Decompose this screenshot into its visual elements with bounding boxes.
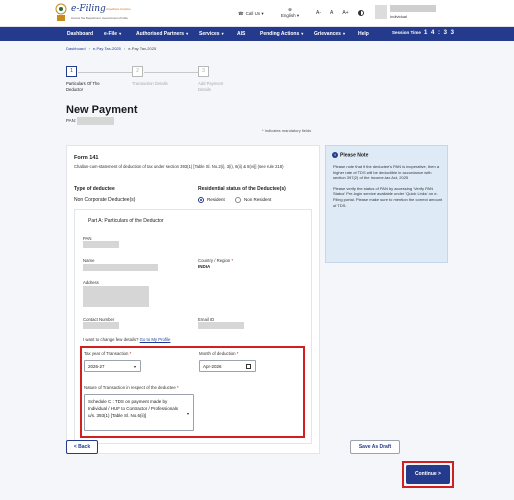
top-header: e-Filing Anywhere Anytime Income Tax Dep… <box>0 0 514 27</box>
step-connector <box>144 72 198 73</box>
deductee-type-value: Non Corporate Deductee(s) <box>74 197 136 203</box>
resident-radio-label: Resident <box>207 197 225 202</box>
chevron-down-icon: ▾ <box>186 31 189 36</box>
nature-select[interactable]: Schedule C : TDS on payment made by Indi… <box>84 394 194 431</box>
call-us-link[interactable]: ☎ Call Us ▾ <box>238 11 264 17</box>
step-3-label: Add Payment Details <box>198 81 224 92</box>
emblem-icon <box>55 3 67 21</box>
nav-authorised-partners[interactable]: Authorised Partners ▾ <box>136 31 188 37</box>
caret-down-icon: ▾ <box>133 364 136 369</box>
session-timer: Session Time 1 4 : 3 3 <box>392 30 455 36</box>
form-number: Form 141 <box>74 155 99 161</box>
step-2: 2 <box>132 66 143 77</box>
pan-masked-value <box>77 117 114 125</box>
continue-button[interactable]: Continue > <box>406 465 450 484</box>
mandatory-note: * Indicates mandatory fields <box>262 128 312 133</box>
nav-help[interactable]: Help <box>358 31 369 37</box>
main-nav: Dashboard e-File ▾ Authorised Partners ▾ S… <box>0 27 514 41</box>
avatar[interactable] <box>375 5 387 19</box>
month-label: Month of deduction * <box>199 351 239 356</box>
font-size-controls: A- A A+ <box>316 10 358 16</box>
step-connector <box>78 72 132 73</box>
form-description: Challan-cum-statement of deduction of ta… <box>74 164 284 169</box>
pan-field-value <box>83 241 119 248</box>
address-field-label: Address <box>83 280 99 285</box>
change-details-text: I want to change few details? Go to My P… <box>83 337 171 342</box>
nonresident-radio[interactable] <box>235 197 241 203</box>
nav-ais[interactable]: AIS <box>237 31 245 37</box>
step-1: 1 <box>66 66 77 77</box>
brand-tagline: Anywhere Anytime <box>106 7 131 11</box>
country-field-label: Country / Region * <box>198 258 234 263</box>
step-3: 3 <box>198 66 209 77</box>
nonresident-radio-label: Non Resident <box>244 197 272 202</box>
chevron-down-icon: ▾ <box>342 31 345 36</box>
chevron-down-icon: ▾ <box>296 13 300 18</box>
residential-status-label: Residential status of the Deductee(s) <box>198 186 286 192</box>
nav-dashboard[interactable]: Dashboard <box>67 31 93 37</box>
page-title: New Payment <box>66 104 138 116</box>
address-field-value <box>83 286 149 307</box>
note-title: i Please Note <box>332 152 368 158</box>
chevron-down-icon: ▾ <box>261 11 264 16</box>
back-button[interactable]: < Back <box>66 440 98 454</box>
chevron-down-icon: ▾ <box>221 31 224 36</box>
step-2-label: Transaction Details <box>132 81 168 86</box>
nav-grievances[interactable]: Grievances ▾ <box>314 31 345 37</box>
user-name-masked <box>390 5 436 12</box>
deductee-type-label: Type of deductee <box>74 186 115 192</box>
breadcrumb-epay[interactable]: e-Pay Tax-2025 <box>93 46 121 51</box>
month-date-input[interactable]: Apr-2026 <box>199 360 256 372</box>
country-field-value: INDIA <box>198 264 211 269</box>
contact-field-value <box>83 322 119 329</box>
save-draft-button[interactable]: Save As Draft <box>350 440 400 454</box>
note-point-2: Please verify the status of PAN by acces… <box>333 185 443 208</box>
section-title: Part A: Particulars of the Deductor <box>88 218 164 224</box>
user-type: Individual <box>390 14 407 19</box>
go-to-profile-link[interactable]: Go to My Profile <box>140 337 171 342</box>
note-point-1: Please note that if the deductee's PAN i… <box>333 164 440 181</box>
font-decrease-button[interactable]: A- <box>316 10 321 16</box>
brand-name: e-Filing <box>71 4 106 14</box>
breadcrumb: Dashboard › e-Pay Tax-2025 › e-Pay Tax-2025 <box>66 46 157 51</box>
info-icon: i <box>332 152 338 158</box>
name-field-value <box>83 264 158 271</box>
tax-year-select[interactable]: 2026-27 ▾ <box>84 360 141 372</box>
resident-radio[interactable] <box>198 197 204 203</box>
chevron-down-icon: ▾ <box>301 31 304 36</box>
phone-icon: ☎ <box>238 11 244 16</box>
step-1-label: Particulars Of The Deductor <box>66 81 100 92</box>
caret-down-icon: ▾ <box>186 411 189 416</box>
name-field-label: Name <box>83 258 95 263</box>
font-reset-button[interactable]: A <box>330 10 333 16</box>
calendar-icon <box>246 364 251 369</box>
nav-pending-actions[interactable]: Pending Actions ▾ <box>260 31 303 37</box>
nav-services[interactable]: Services ▾ <box>199 31 224 37</box>
tax-year-label: Tax year of Transaction * <box>84 351 132 356</box>
pan-label: PAN: <box>66 118 77 123</box>
nature-label: Nature of Transaction in respect of the … <box>84 385 179 390</box>
chevron-down-icon: ▾ <box>119 31 122 36</box>
contrast-icon[interactable] <box>358 10 364 16</box>
nav-efile[interactable]: e-File ▾ <box>104 31 121 37</box>
efiling-logo[interactable]: e-Filing Anywhere Anytime Income Tax Dep… <box>54 3 154 23</box>
note-list: Please note that if the deductee's PAN i… <box>333 164 443 213</box>
breadcrumb-current: e-Pay Tax-2025 <box>128 46 157 51</box>
language-selector[interactable]: ⊕ English ▾ <box>279 7 301 19</box>
font-increase-button[interactable]: A+ <box>342 10 348 16</box>
email-field-value <box>198 322 244 329</box>
breadcrumb-dashboard[interactable]: Dashboard <box>66 46 86 51</box>
brand-subtitle: Income Tax Department, Government of Ind… <box>71 16 128 20</box>
